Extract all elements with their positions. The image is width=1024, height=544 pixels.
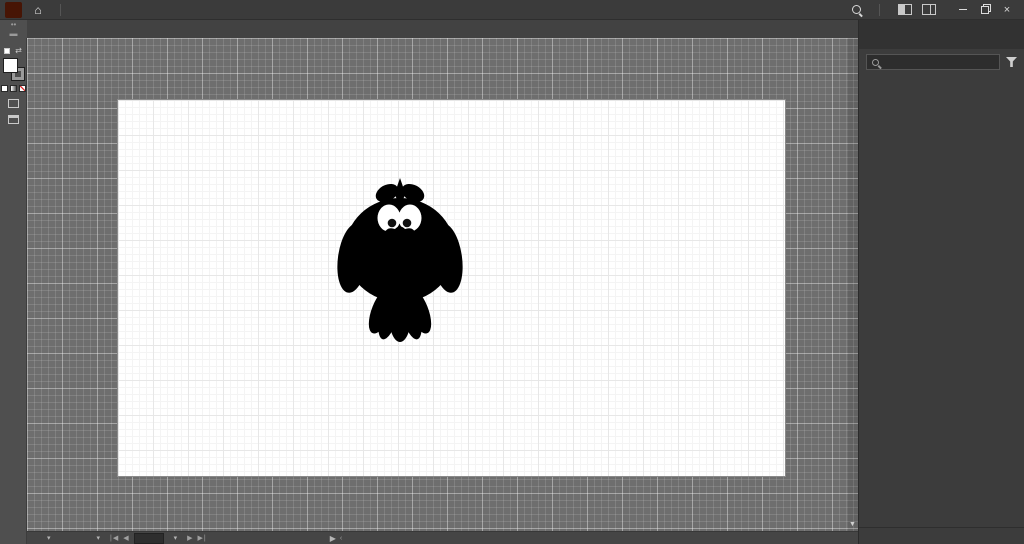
zoom-dropdown-icon[interactable]: ▾ bbox=[41, 534, 57, 542]
status-bar: ▾ ▾ |◀ ◀ ▾ ▶ ▶| ▶ ‹ bbox=[27, 531, 858, 544]
filter-icon[interactable] bbox=[1006, 57, 1017, 67]
none-button[interactable] bbox=[19, 85, 26, 92]
fill-stroke-control[interactable] bbox=[2, 58, 24, 80]
workspace-switcher-icon[interactable] bbox=[922, 4, 936, 15]
bird-artwork[interactable] bbox=[337, 176, 463, 344]
panel-tab-bar bbox=[859, 30, 1024, 49]
document-tab-bar bbox=[27, 20, 858, 38]
layers-search-box[interactable] bbox=[866, 54, 1000, 70]
eye-pupil-right bbox=[403, 219, 412, 228]
last-artboard-icon[interactable]: ▶| bbox=[198, 534, 207, 542]
color-button[interactable] bbox=[1, 85, 8, 92]
status-collapse-icon[interactable]: ‹ bbox=[340, 535, 343, 542]
search-icon bbox=[872, 59, 879, 66]
draw-mode-button[interactable] bbox=[8, 99, 19, 108]
right-panel bbox=[858, 20, 1024, 544]
search-icon[interactable] bbox=[852, 5, 861, 14]
close-button[interactable]: × bbox=[996, 1, 1018, 19]
tools-panel: ⇄ bbox=[0, 38, 27, 544]
previous-artboard-icon[interactable]: ◀ bbox=[123, 534, 129, 542]
artboard-dropdown-icon[interactable]: ▾ bbox=[168, 534, 184, 542]
vertical-scrollbar[interactable]: ▼ bbox=[848, 38, 858, 531]
illustrator-window: ⌂ × ••▬ ⇄ bbox=[0, 0, 1024, 544]
gradient-button[interactable] bbox=[10, 85, 17, 92]
menu-bar: ⌂ × bbox=[0, 0, 1024, 20]
layers-panel-empty-area bbox=[859, 75, 1024, 527]
divider bbox=[879, 4, 880, 16]
screen-mode-button[interactable] bbox=[8, 115, 19, 124]
minimize-button[interactable] bbox=[952, 1, 974, 19]
first-artboard-icon[interactable]: |◀ bbox=[110, 534, 119, 542]
status-expand-icon[interactable]: ▶ bbox=[330, 534, 336, 543]
next-artboard-icon[interactable]: ▶ bbox=[187, 534, 193, 542]
home-icon[interactable]: ⌂ bbox=[28, 3, 48, 17]
artboard-number-field[interactable] bbox=[134, 533, 164, 544]
divider bbox=[60, 4, 61, 16]
rotation-dropdown-icon[interactable]: ▾ bbox=[91, 534, 107, 542]
restore-button[interactable] bbox=[974, 1, 996, 19]
arrange-documents-icon[interactable] bbox=[898, 4, 912, 15]
panel-menu-icon[interactable] bbox=[1008, 30, 1024, 49]
default-fill-stroke-icon[interactable] bbox=[4, 48, 10, 54]
layers-panel-footer bbox=[859, 527, 1024, 544]
share-button[interactable] bbox=[820, 8, 842, 12]
app-logo-icon[interactable] bbox=[5, 2, 22, 18]
swap-fill-stroke-icon[interactable]: ⇄ bbox=[15, 46, 22, 55]
canvas[interactable]: ▼ bbox=[27, 38, 858, 531]
toolbar-header[interactable]: ••▬ bbox=[0, 20, 27, 38]
search-input[interactable] bbox=[884, 56, 984, 68]
eye-pupil-left bbox=[388, 219, 397, 228]
feet bbox=[376, 277, 424, 296]
scroll-down-icon[interactable]: ▼ bbox=[849, 521, 856, 528]
fill-swatch[interactable] bbox=[3, 58, 18, 73]
